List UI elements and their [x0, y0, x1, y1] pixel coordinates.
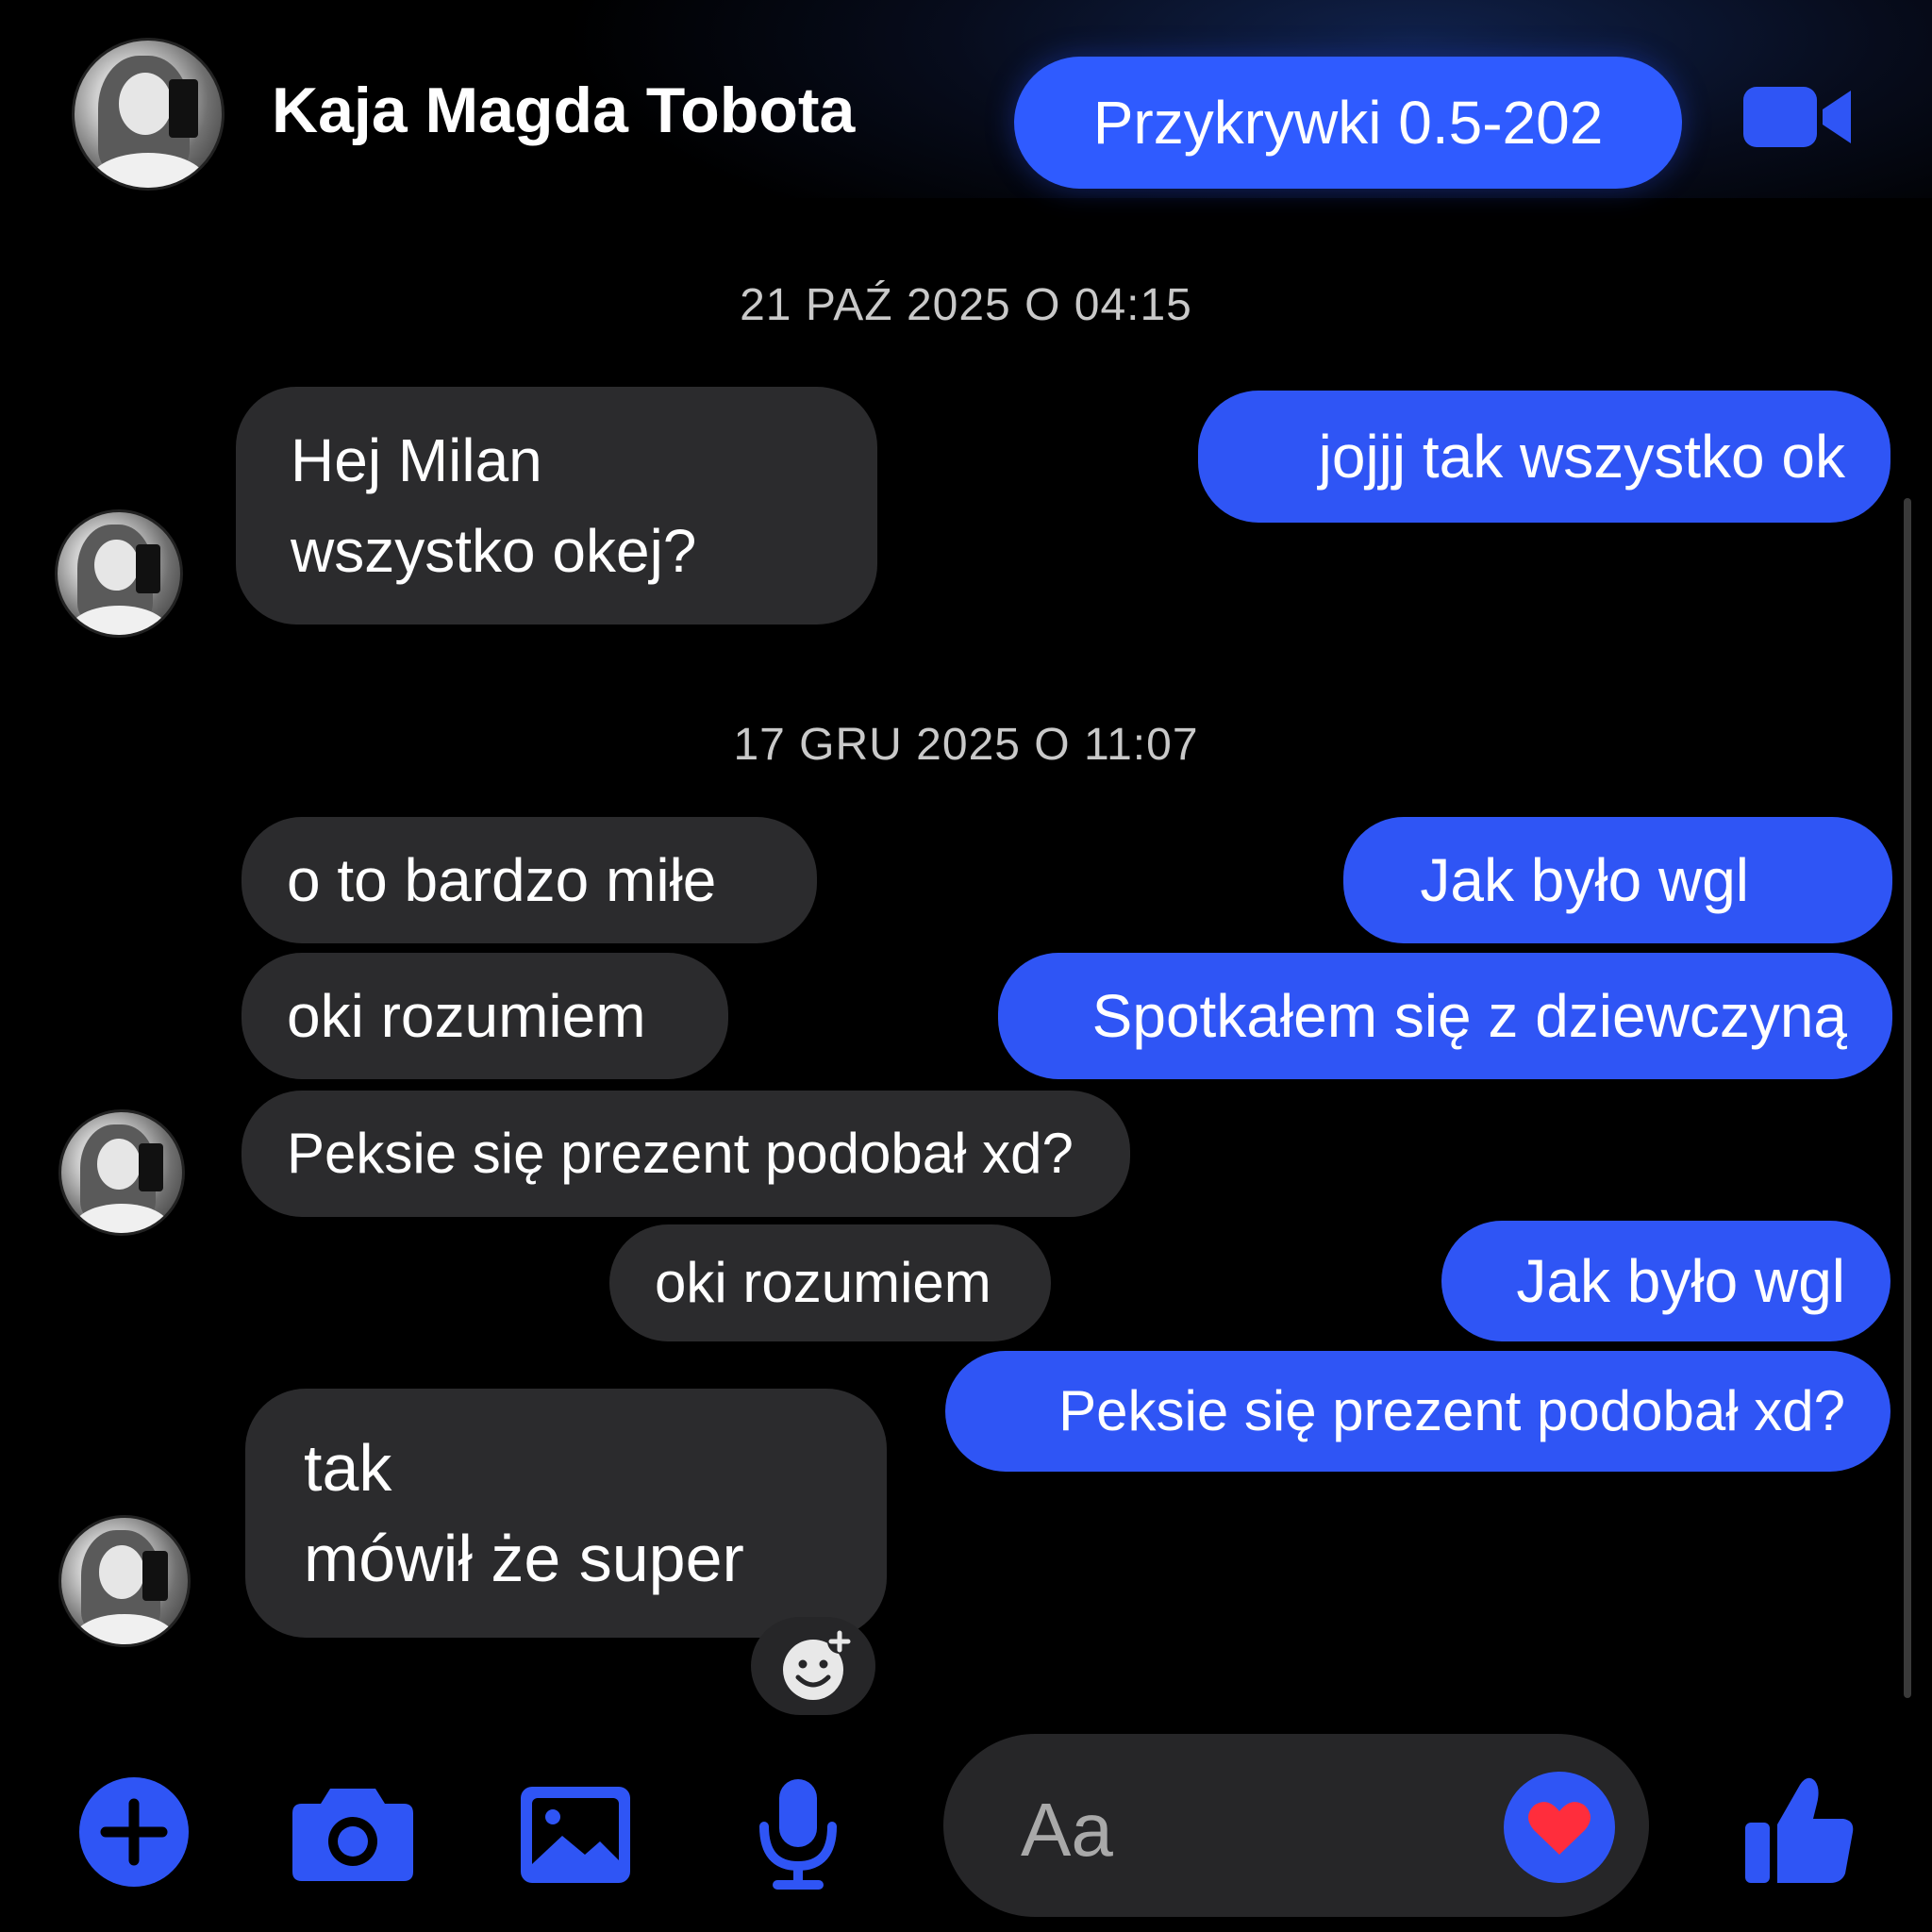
timestamp-2: 17 GRU 2025 O 11:07 — [733, 720, 1199, 770]
timestamp-1: 21 PAŹ 2025 O 04:15 — [740, 280, 1192, 330]
sender-avatar[interactable] — [58, 1109, 185, 1236]
contact-avatar[interactable] — [72, 38, 225, 191]
message-bubble-incoming[interactable]: oki rozumiem — [609, 1224, 1051, 1341]
message-bubble-outgoing[interactable]: Peksie się prezent podobał xd? — [945, 1351, 1890, 1472]
sender-avatar[interactable] — [55, 509, 183, 638]
group-pill-label: Przykrywki 0.5-202 — [1092, 89, 1604, 157]
add-reaction-button[interactable] — [751, 1617, 875, 1715]
message-bubble-outgoing[interactable]: Spotkałem się z dziewczyną — [998, 953, 1892, 1079]
heart-icon — [1528, 1802, 1591, 1855]
message-input-placeholder: Aa — [1021, 1788, 1113, 1872]
video-camera-icon[interactable] — [1741, 81, 1855, 153]
group-pill-button[interactable]: Przykrywki 0.5-202 — [1014, 57, 1682, 189]
thumbs-up-icon[interactable] — [1741, 1772, 1858, 1889]
message-bubble-incoming[interactable]: Hej Milan wszystko okej? — [236, 387, 877, 625]
sender-avatar[interactable] — [58, 1515, 191, 1647]
camera-icon[interactable] — [287, 1781, 419, 1885]
message-bubble-outgoing[interactable]: jojjj tak wszystko ok — [1198, 391, 1890, 523]
message-bubble-incoming[interactable]: o to bardzo miłe — [242, 817, 817, 943]
heart-emoji-button[interactable] — [1504, 1772, 1615, 1883]
gallery-icon[interactable] — [517, 1783, 634, 1887]
message-bubble-incoming[interactable]: Peksie się prezent podobał xd? — [242, 1091, 1130, 1217]
microphone-icon[interactable] — [751, 1775, 845, 1892]
scrollbar[interactable] — [1904, 498, 1911, 1698]
plus-icon[interactable] — [77, 1775, 191, 1889]
message-bubble-outgoing[interactable]: Jak było wgl — [1343, 817, 1892, 943]
message-input[interactable]: Aa — [943, 1734, 1649, 1917]
add-reaction-smiley-icon — [783, 1629, 852, 1700]
message-bubble-outgoing[interactable]: Jak było wgl — [1441, 1221, 1890, 1341]
contact-name[interactable]: Kaja Magda Tobota — [272, 74, 855, 147]
message-bubble-incoming[interactable]: oki rozumiem — [242, 953, 728, 1079]
message-bubble-incoming[interactable]: tak mówił że super — [245, 1389, 887, 1638]
